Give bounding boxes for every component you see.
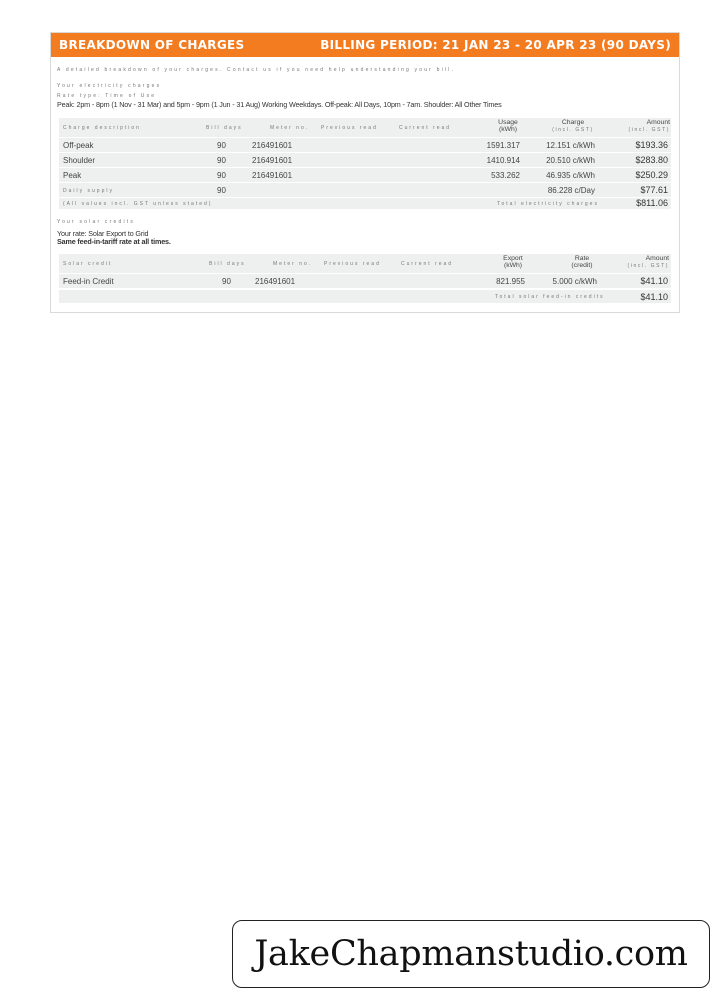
header-amount-sub: (incl. GST) [628,127,670,133]
solar-table-header: Solar credit Bill days Meter no. Previou… [59,254,671,273]
header-days: Bill days [206,125,243,131]
solar-section-title: Your solar credits [57,219,136,225]
row-amount: $41.10 [640,276,668,286]
row-meter: 216491601 [252,141,293,150]
row-description: Feed-in Credit [63,277,114,286]
header-rate: Rate (credit) [559,255,605,269]
header-usage-label: Usage [498,119,518,126]
header-amount: Amount (incl. GST) [622,119,671,134]
row-meter: 216491601 [252,156,293,165]
header-meter: Meter no. [273,261,313,267]
bill-header-bar: BREAKDOWN OF CHARGES BILLING PERIOD: 21 … [51,33,679,57]
header-amount: Amount (incl. GST) [619,255,670,270]
tou-times-line: Peak: 2pm - 8pm (1 Nov - 31 Mar) and 5pm… [57,100,502,109]
header-export-label: Export [503,255,523,262]
row-days: 90 [217,186,226,195]
solar-total-label: Total solar feed-in credits [495,294,605,300]
table-row: Peak 90 216491601 533.262 46.935 c/kWh $… [59,168,671,182]
billing-period: BILLING PERIOD: 21 JAN 23 - 20 APR 23 (9… [320,38,671,52]
row-meter: 216491601 [255,277,296,286]
row-usage: 533.262 [491,171,520,180]
header-previous-read: Previous read [324,261,381,267]
table-row: Off-peak 90 216491601 1591.317 12.151 c/… [59,138,671,152]
solar-total-amount: $41.10 [640,292,668,302]
solar-total-row: Total solar feed-in credits $41.10 [59,290,671,303]
row-days: 90 [217,171,226,180]
header-meter: Meter no. [270,125,310,131]
header-amount-sub: (incl. GST) [627,263,669,269]
row-days: 90 [217,141,226,150]
solar-note-line: Same feed-in-tariff rate at all times. [57,237,171,246]
charges-table-header: Charge description Bill days Meter no. P… [59,118,671,137]
row-meter: 216491601 [252,171,293,180]
total-amount: $811.06 [636,198,668,208]
row-amount: $193.36 [635,140,668,150]
header-solar-credit: Solar credit [63,261,113,267]
header-export: Export (kWh) [495,255,531,269]
row-rate: 86.228 c/Day [547,186,595,195]
row-rate: 20.510 c/kWh [546,156,595,165]
total-note: (All values incl. GST unless stated) [63,201,213,207]
row-description: Shoulder [63,156,96,165]
header-current-read: Current read [399,125,452,131]
row-description: Daily supply [63,188,114,194]
row-amount: $77.61 [640,185,668,195]
intro-line: A detailed breakdown of your charges. Co… [57,67,456,73]
breakdown-title: BREAKDOWN OF CHARGES [59,38,245,52]
header-previous-read: Previous read [321,125,378,131]
row-days: 90 [217,156,226,165]
row-rate: 46.935 c/kWh [546,171,595,180]
header-description: Charge description [63,125,141,131]
electricity-section-title: Your electricity charges [57,83,162,89]
header-days: Bill days [209,261,246,267]
row-description: Off-peak [63,141,94,150]
header-amount-label: Amount [645,255,669,262]
row-rate: 12.151 c/kWh [546,141,595,150]
row-usage: 1410.914 [486,156,520,165]
charges-total-row: (All values incl. GST unless stated) Tot… [59,198,671,209]
header-charge: Charge (incl. GST) [547,119,599,134]
header-usage: Usage (kWh) [490,119,526,133]
header-rate-label: Rate [574,255,590,262]
table-row: Feed-in Credit 90 216491601 821.955 5.00… [59,274,671,288]
bill-breakdown-panel: BREAKDOWN OF CHARGES BILLING PERIOD: 21 … [50,32,680,313]
header-usage-unit: (kWh) [498,126,518,133]
table-row: Daily supply 90 86.228 c/Day $77.61 [59,183,671,197]
row-rate: 5.000 c/kWh [552,277,597,286]
table-row: Shoulder 90 216491601 1410.914 20.510 c/… [59,153,671,167]
tariff-line: Rate type: Time of Use [57,93,157,99]
header-charge-label: Charge [561,119,585,126]
watermark-box: JakeChapmanstudio.com [232,920,710,988]
total-label: Total electricity charges [497,201,599,207]
header-charge-sub: (incl. GST) [552,127,594,133]
row-export: 821.955 [496,277,525,286]
row-amount: $250.29 [635,170,668,180]
header-export-unit: (kWh) [503,262,523,269]
row-usage: 1591.317 [486,141,520,150]
header-rate-sub: (credit) [571,262,593,269]
watermark-text: JakeChapmanstudio.com [254,934,688,974]
header-amount-label: Amount [646,119,670,126]
row-days: 90 [222,277,231,286]
row-amount: $283.80 [635,155,668,165]
header-current-read: Current read [401,261,454,267]
row-description: Peak [63,171,82,180]
